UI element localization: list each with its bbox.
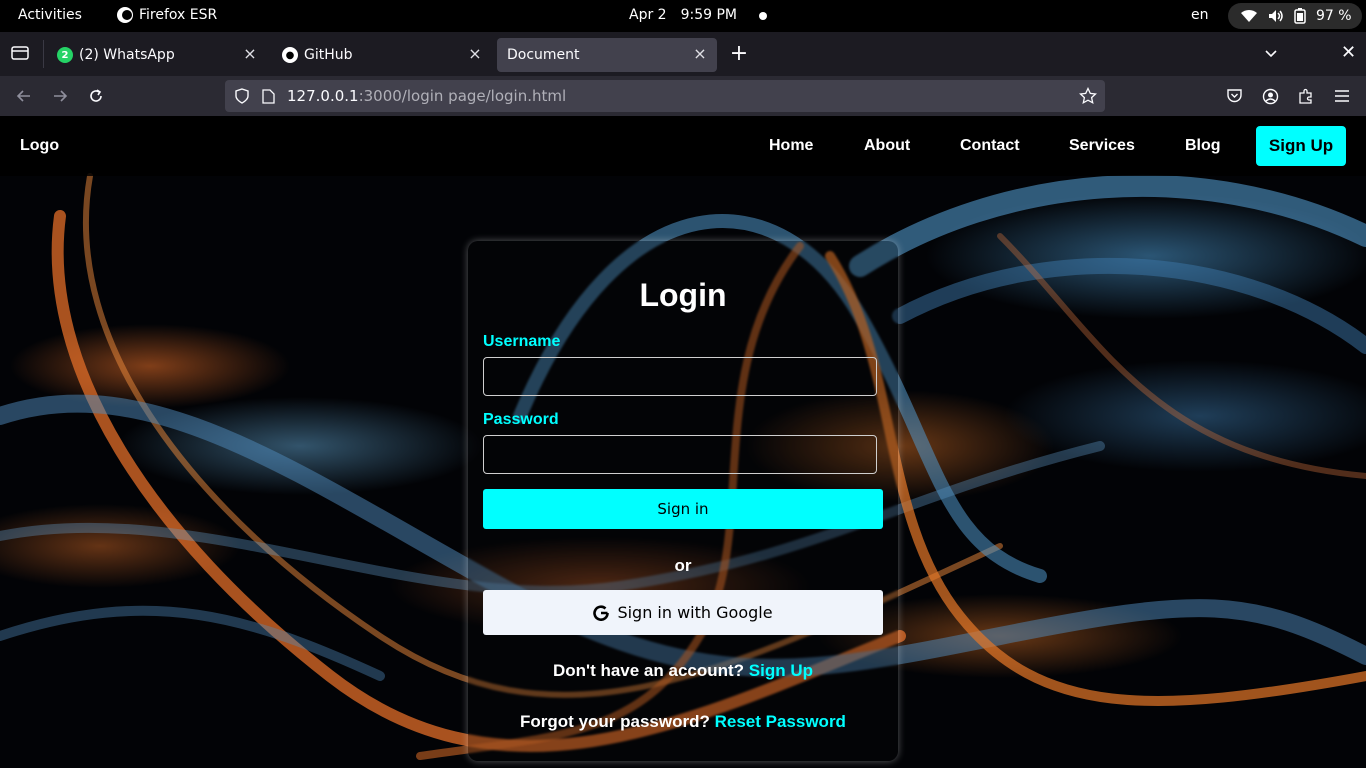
tab-github[interactable]: ● GitHub × (272, 38, 492, 72)
tab-document[interactable]: Document × (497, 38, 717, 72)
wifi-icon (1241, 9, 1257, 22)
nav-link-contact[interactable]: Contact (960, 137, 1020, 155)
back-arrow-icon (16, 90, 30, 102)
login-card: Login Username Password Sign in or Sign … (468, 241, 898, 761)
menu-button[interactable] (1332, 86, 1352, 106)
reset-prompt: Forgot your password? Reset Password (468, 712, 898, 732)
url-host: 127.0.0.1 (287, 87, 359, 105)
clock-time: 9:59 PM (680, 7, 737, 23)
app-menu[interactable]: Firefox ESR (117, 7, 217, 23)
battery-level: 97 % (1316, 8, 1352, 24)
close-window-icon[interactable]: ✕ (1341, 42, 1356, 63)
close-tab-icon[interactable]: × (241, 45, 259, 63)
back-button[interactable] (14, 86, 34, 106)
site-logo[interactable]: Logo (20, 137, 59, 155)
list-all-tabs-icon[interactable] (11, 45, 29, 61)
app-name: Firefox ESR (139, 7, 218, 23)
reload-button[interactable] (86, 86, 106, 106)
clock[interactable]: Apr 2 9:59 PM (629, 7, 737, 23)
sign-in-button[interactable]: Sign in (483, 489, 883, 529)
activities-button[interactable]: Activities (18, 7, 82, 23)
close-tab-icon[interactable]: × (466, 45, 484, 63)
nav-link-home[interactable]: Home (769, 137, 813, 155)
tracking-protection-shield-icon[interactable] (234, 88, 250, 104)
account-icon (1262, 88, 1278, 104)
login-title: Login (639, 277, 727, 313)
volume-icon (1269, 10, 1283, 22)
battery-icon (1294, 8, 1306, 24)
nav-link-blog[interactable]: Blog (1185, 137, 1221, 155)
google-sign-in-label: Sign in with Google (617, 603, 773, 622)
username-input[interactable] (483, 357, 877, 396)
tab-whatsapp[interactable]: 2 (2) WhatsApp × (47, 38, 267, 72)
github-icon: ● (282, 47, 298, 63)
tab-title: (2) WhatsApp (79, 47, 175, 63)
no-account-text: Don't have an account? (552, 661, 745, 680)
navigation-toolbar: 127.0.0.1:3000/login page/login.html (0, 76, 1366, 116)
notification-dot-icon (759, 12, 767, 20)
hamburger-menu-icon (1335, 90, 1349, 102)
chevron-down-icon[interactable] (1263, 46, 1279, 62)
username-label: Username (483, 333, 561, 350)
google-sign-in-button[interactable]: Sign in with Google (483, 590, 883, 635)
url-text: 127.0.0.1:3000/login page/login.html (287, 87, 566, 105)
system-top-bar: Activities Firefox ESR Apr 2 9:59 PM en 9… (0, 0, 1366, 32)
whatsapp-icon: 2 (57, 47, 73, 63)
or-divider: or (674, 556, 692, 575)
extensions-button[interactable] (1296, 86, 1316, 106)
reset-password-link[interactable]: Reset Password (715, 712, 846, 731)
bookmark-star-icon[interactable] (1079, 87, 1097, 105)
google-icon (593, 604, 610, 621)
tab-title: GitHub (304, 47, 353, 63)
signup-prompt: Don't have an account? Sign Up (468, 661, 898, 681)
page-info-icon[interactable] (262, 89, 275, 104)
pocket-icon (1226, 89, 1242, 103)
firefox-icon (117, 7, 133, 23)
tab-separator (43, 40, 44, 68)
password-input[interactable] (483, 435, 877, 474)
puzzle-icon (1298, 88, 1312, 104)
forward-arrow-icon (54, 90, 68, 102)
password-label: Password (483, 411, 559, 428)
site-navbar: Logo Home About Contact Services Blog Si… (0, 116, 1366, 176)
forward-button[interactable] (50, 86, 70, 106)
signup-button[interactable]: Sign Up (1256, 126, 1346, 166)
system-status-menu[interactable]: 97 % (1228, 3, 1362, 29)
url-path: :3000/login page/login.html (358, 87, 567, 105)
pocket-button[interactable] (1224, 86, 1244, 106)
forgot-password-text: Forgot your password? (520, 712, 710, 731)
nav-link-services[interactable]: Services (1069, 137, 1135, 155)
tab-strip: 2 (2) WhatsApp × ● GitHub × Document × +… (0, 32, 1366, 76)
account-button[interactable] (1260, 86, 1280, 106)
new-tab-button[interactable]: + (729, 43, 749, 65)
signup-link[interactable]: Sign Up (749, 661, 813, 680)
tab-title: Document (507, 47, 580, 63)
clock-date: Apr 2 (629, 7, 667, 23)
close-tab-icon[interactable]: × (691, 45, 709, 63)
reload-icon (90, 89, 102, 102)
web-page: Logo Home About Contact Services Blog Si… (0, 116, 1366, 768)
url-bar[interactable]: 127.0.0.1:3000/login page/login.html (225, 80, 1105, 112)
language-indicator[interactable]: en (1191, 7, 1209, 23)
nav-link-about[interactable]: About (864, 137, 910, 155)
